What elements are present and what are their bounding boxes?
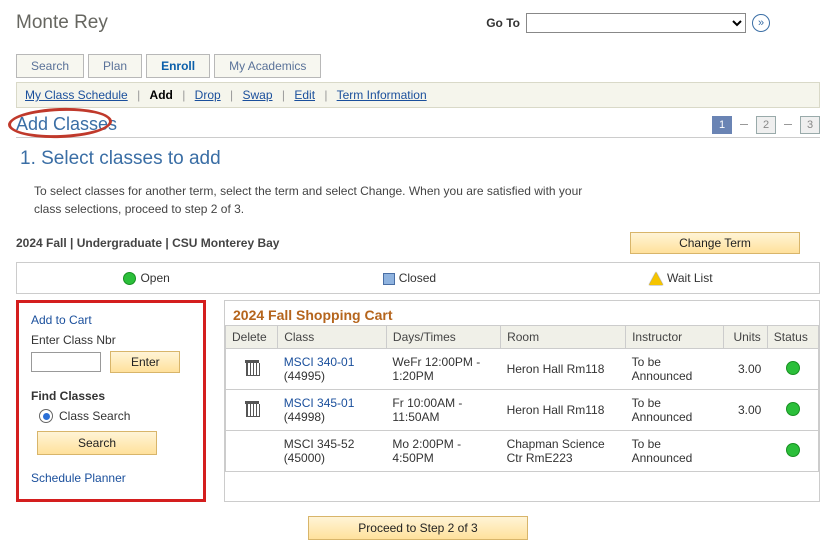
table-row: MSCI 340-01(44995) WeFr 12:00PM - 1:20PMH… <box>226 349 819 390</box>
col-class: Class <box>278 326 387 349</box>
subnav-term-information[interactable]: Term Information <box>337 88 427 102</box>
class-link[interactable]: MSCI 340-01 <box>284 355 355 369</box>
tab-plan[interactable]: Plan <box>88 54 142 78</box>
cell-units: 3.00 <box>723 349 767 390</box>
intro-text: To select classes for another term, sele… <box>34 182 594 218</box>
add-to-cart-heading: Add to Cart <box>31 313 191 327</box>
class-search-radio[interactable] <box>39 409 53 423</box>
proceed-button[interactable]: Proceed to Step 2 of 3 <box>308 516 528 540</box>
change-term-button[interactable]: Change Term <box>630 232 800 254</box>
col-room: Room <box>501 326 626 349</box>
search-button[interactable]: Search <box>37 431 157 455</box>
trash-icon[interactable] <box>245 360 259 376</box>
double-chevron-right-icon: » <box>758 17 764 29</box>
class-link[interactable]: MSCI 345-01 <box>284 396 355 410</box>
tab-enroll[interactable]: Enroll <box>146 54 210 78</box>
step-3: 3 <box>800 116 820 134</box>
col-status: Status <box>767 326 818 349</box>
subnav-edit[interactable]: Edit <box>294 88 315 102</box>
shopping-cart: 2024 Fall Shopping Cart Delete Class Day… <box>224 300 820 502</box>
page-title: Add Classes <box>16 114 117 134</box>
col-units: Units <box>723 326 767 349</box>
subnav-drop[interactable]: Drop <box>195 88 221 102</box>
class-search-radio-label: Class Search <box>59 409 130 423</box>
status-open-icon <box>786 361 800 375</box>
cell-instructor: To be Announced <box>626 431 724 472</box>
class-nbr: (44998) <box>284 410 325 424</box>
add-to-cart-panel: Add to Cart Enter Class Nbr Enter Find C… <box>16 300 206 502</box>
class-nbr: (45000) <box>284 451 325 465</box>
closed-icon <box>383 273 395 285</box>
cell-room: Heron Hall Rm118 <box>501 349 626 390</box>
status-legend: Open Closed Wait List <box>16 262 820 294</box>
col-delete: Delete <box>226 326 278 349</box>
cell-instructor: To be Announced <box>626 390 724 431</box>
subnav: My Class Schedule | Add | Drop | Swap | … <box>16 82 820 108</box>
status-open-icon <box>786 443 800 457</box>
shopping-cart-title: 2024 Fall Shopping Cart <box>225 301 819 325</box>
class-nbr-input[interactable] <box>31 352 101 372</box>
find-classes-heading: Find Classes <box>31 389 191 403</box>
cell-daystimes: WeFr 12:00PM - 1:20PM <box>386 349 500 390</box>
table-row: MSCI 345-52(45000) Mo 2:00PM - 4:50PMChap… <box>226 431 819 472</box>
open-icon <box>123 272 136 285</box>
class-text: MSCI 345-52 <box>284 437 355 451</box>
goto-select[interactable] <box>526 13 746 33</box>
cell-units: 3.00 <box>723 390 767 431</box>
trash-icon[interactable] <box>245 401 259 417</box>
waitlist-icon <box>649 272 663 285</box>
col-daystimes: Days/Times <box>386 326 500 349</box>
cell-room: Heron Hall Rm118 <box>501 390 626 431</box>
cell-daystimes: Fr 10:00AM - 11:50AM <box>386 390 500 431</box>
cell-room: Chapman Science Ctr RmE223 <box>501 431 626 472</box>
legend-waitlist: Wait List <box>667 271 713 285</box>
enter-class-nbr-label: Enter Class Nbr <box>31 333 191 347</box>
legend-open: Open <box>140 271 169 285</box>
legend-closed: Closed <box>399 271 436 285</box>
status-open-icon <box>786 402 800 416</box>
class-nbr: (44995) <box>284 369 325 383</box>
step-1: 1 <box>712 116 732 134</box>
cell-units <box>723 431 767 472</box>
step-2: 2 <box>756 116 776 134</box>
table-row: MSCI 345-01(44998) Fr 10:00AM - 11:50AMHe… <box>226 390 819 431</box>
goto-go-button[interactable]: » <box>752 14 770 32</box>
step-indicator: 1 2 3 <box>712 116 820 134</box>
col-instructor: Instructor <box>626 326 724 349</box>
goto-label: Go To <box>486 16 520 30</box>
cell-daystimes: Mo 2:00PM - 4:50PM <box>386 431 500 472</box>
cell-instructor: To be Announced <box>626 349 724 390</box>
subnav-my-class-schedule[interactable]: My Class Schedule <box>25 88 128 102</box>
tab-search[interactable]: Search <box>16 54 84 78</box>
user-name: Monte Rey <box>16 12 108 34</box>
term-label: 2024 Fall | Undergraduate | CSU Monterey… <box>16 236 630 250</box>
top-tabs: Search Plan Enroll My Academics <box>16 54 820 78</box>
subnav-add[interactable]: Add <box>150 88 173 102</box>
schedule-planner-link[interactable]: Schedule Planner <box>31 471 191 485</box>
enter-button[interactable]: Enter <box>110 351 180 373</box>
subnav-swap[interactable]: Swap <box>243 88 273 102</box>
section-heading: 1. Select classes to add <box>20 148 820 170</box>
tab-my-academics[interactable]: My Academics <box>214 54 321 78</box>
